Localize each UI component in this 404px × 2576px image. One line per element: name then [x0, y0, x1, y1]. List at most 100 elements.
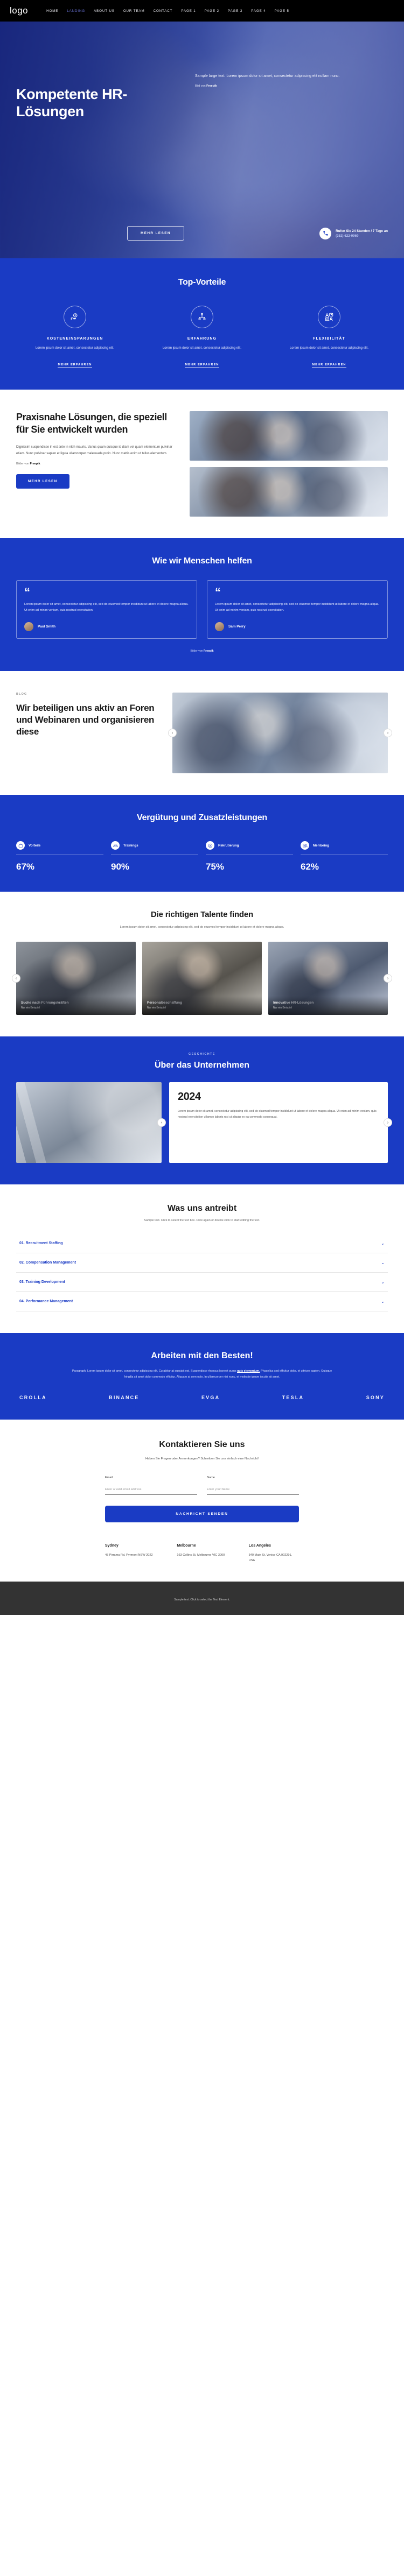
partner-logo[interactable]: EVGA [201, 1395, 220, 1400]
site-logo[interactable]: logo [10, 5, 28, 16]
nav-link-page-2[interactable]: PAGE 2 [205, 9, 219, 13]
talent-card-subtitle: Nur ein Beispiel [273, 1006, 292, 1010]
nav-link-page-4[interactable]: PAGE 4 [251, 9, 266, 13]
talent-card-subtitle: Nur ein Beispiel [147, 1006, 166, 1010]
accordion-item-label: 03. Training Development [19, 1280, 65, 1285]
hero-phone-label: Rufen Sie 24 Stunden / 7 Tage an [336, 229, 388, 234]
benefit-learn-more-link[interactable]: MEHR ERFAHREN [185, 363, 219, 368]
practical-read-more-button[interactable]: MEHR LESEN [16, 474, 69, 489]
office-city: Sydney [105, 1543, 119, 1548]
partner-logo[interactable]: SONY [366, 1395, 385, 1400]
nav-link-home[interactable]: HOME [46, 9, 58, 13]
nav-link-about-us[interactable]: ABOUT US [94, 9, 115, 13]
stats-title: Vergütung und Zusatzleistungen [136, 813, 267, 822]
page-footer: Sample text. Click to select the Text El… [0, 1582, 404, 1615]
practical-credit-prefix: Bilder von [16, 462, 30, 466]
testimonial-person: Sam Perry [215, 622, 380, 631]
practical-solutions-section: Praxisnahe Lösungen, die speziell für Si… [0, 389, 404, 538]
testimonials-credit: Bilder von Freepik [16, 650, 388, 653]
send-message-button[interactable]: NACHRICHT SENDEN [105, 1505, 299, 1522]
practical-heading: Praxisnahe Lösungen, die speziell für Si… [16, 411, 167, 435]
partners-subtitle-a: Paragraph. Lorem ipsum dolor sit amet, c… [72, 1370, 238, 1373]
practical-credit-link[interactable]: Freepik [30, 462, 40, 465]
accordion-subtitle: Sample text. Click to select the text bo… [144, 1219, 260, 1223]
accordion-item[interactable]: 04. Performance Management ⌄ [16, 1292, 388, 1312]
talent-card-title: Suche nach Führungskräften [21, 1001, 69, 1005]
quote-icon: “ [215, 585, 221, 599]
webinar-photo [172, 693, 388, 773]
stat-label: Trainings [123, 843, 138, 848]
avatar [215, 622, 224, 631]
webinar-prev-arrow-icon[interactable]: ‹ [168, 729, 177, 737]
email-field[interactable] [105, 1485, 197, 1495]
phone-icon [319, 227, 332, 239]
testimonial-name: Sam Perry [228, 625, 246, 629]
contact-title: Kontaktieren Sie uns [159, 1439, 245, 1449]
stat-value: 67% [16, 862, 35, 872]
benefit-learn-more-link[interactable]: MEHR ERFAHREN [58, 363, 92, 368]
partner-logo[interactable]: TESLA [282, 1395, 304, 1400]
footer-text: Sample text. Click to select the Text El… [174, 1598, 230, 1601]
org-chart-icon [191, 306, 213, 328]
chevron-down-icon[interactable]: ⌄ [381, 1280, 385, 1285]
name-field[interactable] [207, 1485, 299, 1495]
partner-logo[interactable]: CROLLA [19, 1395, 47, 1400]
talent-subtitle: Lorem ipsum dolor sit amet, consectetur … [120, 926, 284, 929]
stat-item: Vorteile 67% [16, 841, 103, 872]
partner-logo[interactable]: BINANCE [109, 1395, 139, 1400]
nav-link-contact[interactable]: CONTACT [154, 9, 173, 13]
benefit-learn-more-link[interactable]: MEHR ERFAHREN [312, 363, 346, 368]
accordion-item[interactable]: 03. Training Development ⌄ [16, 1273, 388, 1293]
stat-value: 62% [301, 862, 319, 872]
practical-paragraph: Dignissim suspendisse in est ante in nib… [16, 445, 172, 455]
nav-link-our-team[interactable]: OUR TEAM [123, 9, 145, 13]
stat-value: 90% [111, 862, 130, 872]
hero-phone-block[interactable]: Rufen Sie 24 Stunden / 7 Tage an (352) 6… [319, 227, 388, 239]
talent-card[interactable]: Innovative HR-Lösungen Nur ein Beispiel [268, 942, 388, 1015]
testimonial-quote: Lorem ipsum dolor sit amet, consectetur … [215, 603, 379, 612]
nav-link-page-1[interactable]: PAGE 1 [181, 9, 196, 13]
benefits-section: Top-Vorteile KOSTENEINSPARUNGEN Lorem ip… [0, 258, 404, 390]
testimonial-name: Paul Smith [38, 625, 56, 629]
nav-link-page-3[interactable]: PAGE 3 [228, 9, 242, 13]
nav-link-landing[interactable]: LANDING [67, 9, 85, 13]
practical-image-credit: Bilder von Freepik [16, 462, 178, 465]
about-card: 2024 Lorem ipsum dolor sit amet, consect… [169, 1082, 388, 1163]
talent-prev-arrow-icon[interactable]: ‹ [12, 974, 20, 983]
testimonials-title: Wie wir Menschen helfen [152, 556, 252, 566]
about-prev-arrow-icon[interactable]: ‹ [157, 1118, 166, 1127]
talent-grid: Suche nach Führungskräften Nur ein Beisp… [12, 942, 392, 1015]
office-address: 163 Collins St, Melbourne VIC 3000 [177, 1553, 225, 1557]
benefit-item: ERFAHRUNG Lorem ipsum dolor sit amet, co… [143, 306, 261, 368]
about-next-arrow-icon[interactable]: › [384, 1118, 392, 1127]
target-icon [206, 841, 214, 850]
benefits-title: Top-Vorteile [178, 278, 226, 287]
hero-read-more-button[interactable]: MEHR LESEN [127, 226, 184, 241]
hero-phone-number[interactable]: (352) 622-9969 [336, 234, 388, 238]
partners-subtitle-link[interactable]: quis elementum. [237, 1370, 260, 1373]
testimonials-credit-link[interactable]: Freepik [204, 650, 213, 653]
accordion-item[interactable]: 01. Recruitment Staffing ⌄ [16, 1234, 388, 1254]
email-label: Email [105, 1476, 113, 1479]
testimonial-person: Paul Smith [24, 622, 189, 631]
chevron-down-icon[interactable]: ⌄ [381, 1299, 385, 1304]
webinar-next-arrow-icon[interactable]: › [384, 729, 392, 737]
testimonials-credit-prefix: Bilder von [190, 650, 204, 653]
talent-card[interactable]: Personalbeschaffung Nur ein Beispiel [142, 942, 262, 1015]
chevron-down-icon[interactable]: ⌄ [381, 1260, 385, 1265]
benefit-text: Lorem ipsum dolor sit amet, consectetur … [35, 347, 115, 350]
nav-link-page-5[interactable]: PAGE 5 [275, 9, 289, 13]
talent-section: Die richtigen Talente finden Lorem ipsum… [0, 892, 404, 1037]
offices-row: Sydney 45 Pirrama Rd, Pyrmont NSW 2022 M… [105, 1544, 299, 1563]
talent-next-arrow-icon[interactable]: › [384, 974, 392, 983]
accordion-item[interactable]: 02. Compensation Management ⌄ [16, 1253, 388, 1273]
talent-card[interactable]: Suche nach Führungskräften Nur ein Beisp… [16, 942, 136, 1015]
benefit-text: Lorem ipsum dolor sit amet, consectetur … [289, 347, 369, 350]
stat-value: 75% [206, 862, 225, 872]
contact-subtitle: Haben Sie Fragen oder Anmerkungen? Schre… [145, 1457, 259, 1460]
accordion-item-label: 01. Recruitment Staffing [19, 1241, 63, 1246]
partners-title: Arbeiten mit den Besten! [151, 1351, 253, 1361]
office-address: 340 Main St, Venice CA 902291, USA [248, 1553, 292, 1562]
office-item: Sydney 45 Pirrama Rd, Pyrmont NSW 2022 [105, 1544, 155, 1563]
chevron-down-icon[interactable]: ⌄ [381, 1241, 385, 1246]
